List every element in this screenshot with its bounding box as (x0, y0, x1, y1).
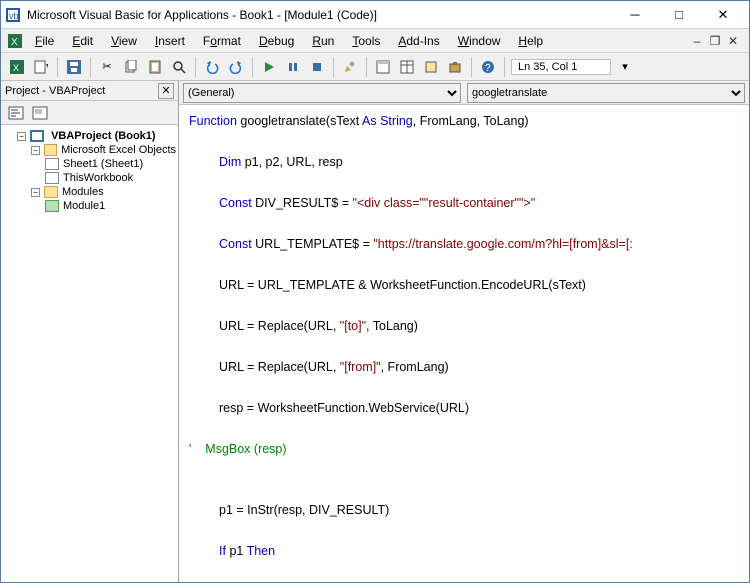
menu-addins[interactable]: Add-Ins (390, 32, 447, 50)
tree-excel-objects-label: Microsoft Excel Objects (61, 144, 176, 156)
tree-thisworkbook[interactable]: ThisWorkbook (45, 171, 176, 185)
toolbar: X ✂ ? Ln 35, Col 1 ▾ (1, 53, 749, 81)
cut-icon[interactable]: ✂ (97, 57, 117, 77)
help-icon[interactable]: ? (478, 57, 498, 77)
menu-help[interactable]: Help (510, 32, 551, 50)
cursor-position: Ln 35, Col 1 (511, 59, 611, 75)
tree-modules-label: Modules (62, 186, 104, 198)
tree-module1[interactable]: Module1 (45, 199, 176, 213)
titlebar: vb Microsoft Visual Basic for Applicatio… (1, 1, 749, 29)
project-tree[interactable]: − VBAProject (Book1) −Microsoft Excel Ob… (1, 125, 178, 582)
tree-root-label: VBAProject (Book1) (51, 130, 156, 142)
explorer-title-bar: Project - VBAProject ✕ (1, 81, 178, 101)
menu-run[interactable]: Run (304, 32, 342, 50)
excel-switch-icon[interactable]: X (5, 31, 25, 51)
procedure-combo[interactable]: googletranslate (467, 83, 745, 103)
tree-sheet1-label: Sheet1 (Sheet1) (63, 158, 143, 170)
view-object-icon[interactable] (29, 103, 51, 123)
toolbar-overflow-icon[interactable]: ▾ (615, 57, 635, 77)
project-explorer-icon[interactable] (373, 57, 393, 77)
minimize-button[interactable]: ─ (613, 2, 657, 28)
explorer-title: Project - VBAProject (5, 85, 105, 97)
redo-icon[interactable] (226, 57, 246, 77)
menu-insert[interactable]: Insert (147, 32, 193, 50)
code-pane: (General) googletranslate Function googl… (179, 81, 749, 582)
menu-edit[interactable]: Edit (64, 32, 101, 50)
properties-icon[interactable] (397, 57, 417, 77)
vba-app-icon: vb (5, 7, 21, 23)
window-title: Microsoft Visual Basic for Applications … (27, 8, 613, 22)
tree-thisworkbook-label: ThisWorkbook (63, 172, 133, 184)
menu-file[interactable]: File (27, 32, 62, 50)
insert-dropdown-icon[interactable] (31, 57, 51, 77)
svg-text:?: ? (485, 63, 491, 74)
svg-text:X: X (13, 63, 19, 73)
break-icon[interactable] (283, 57, 303, 77)
toggle-folders-icon[interactable] (53, 103, 75, 123)
menu-tools[interactable]: Tools (344, 32, 388, 50)
design-mode-icon[interactable] (340, 57, 360, 77)
maximize-button[interactable]: □ (657, 2, 701, 28)
tree-module1-label: Module1 (63, 200, 105, 212)
copy-icon[interactable] (121, 57, 141, 77)
reset-icon[interactable] (307, 57, 327, 77)
code-editor[interactable]: Function googletranslate(sText As String… (179, 105, 749, 582)
save-icon[interactable] (64, 57, 84, 77)
view-code-icon[interactable] (5, 103, 27, 123)
menubar: X File Edit View Insert Format Debug Run… (1, 29, 749, 53)
explorer-toolbar (1, 101, 178, 125)
vba-window: vb Microsoft Visual Basic for Applicatio… (0, 0, 750, 583)
svg-text:vb: vb (9, 11, 19, 21)
menu-view[interactable]: View (103, 32, 145, 50)
run-icon[interactable] (259, 57, 279, 77)
mdi-restore-button[interactable]: ❐ (707, 33, 723, 49)
view-excel-icon[interactable]: X (7, 57, 27, 77)
code-combos: (General) googletranslate (179, 81, 749, 105)
paste-icon[interactable] (145, 57, 165, 77)
explorer-close-button[interactable]: ✕ (158, 83, 174, 99)
close-button[interactable]: ✕ (701, 2, 745, 28)
object-combo[interactable]: (General) (183, 83, 461, 103)
toolbox-icon[interactable] (445, 57, 465, 77)
main-area: Project - VBAProject ✕ − VBAProject (Boo… (1, 81, 749, 582)
project-explorer: Project - VBAProject ✕ − VBAProject (Boo… (1, 81, 179, 582)
menu-debug[interactable]: Debug (251, 32, 302, 50)
undo-icon[interactable] (202, 57, 222, 77)
menu-window[interactable]: Window (450, 32, 509, 50)
tree-modules-folder[interactable]: −Modules (31, 185, 176, 199)
find-icon[interactable] (169, 57, 189, 77)
menu-format[interactable]: Format (195, 32, 249, 50)
tree-sheet1[interactable]: Sheet1 (Sheet1) (45, 157, 176, 171)
tree-project-root[interactable]: − VBAProject (Book1) (17, 129, 176, 143)
object-browser-icon[interactable] (421, 57, 441, 77)
mdi-minimize-button[interactable]: – (689, 33, 705, 49)
mdi-close-button[interactable]: ✕ (725, 33, 741, 49)
svg-text:X: X (11, 37, 18, 48)
tree-excel-objects-folder[interactable]: −Microsoft Excel Objects (31, 143, 176, 157)
